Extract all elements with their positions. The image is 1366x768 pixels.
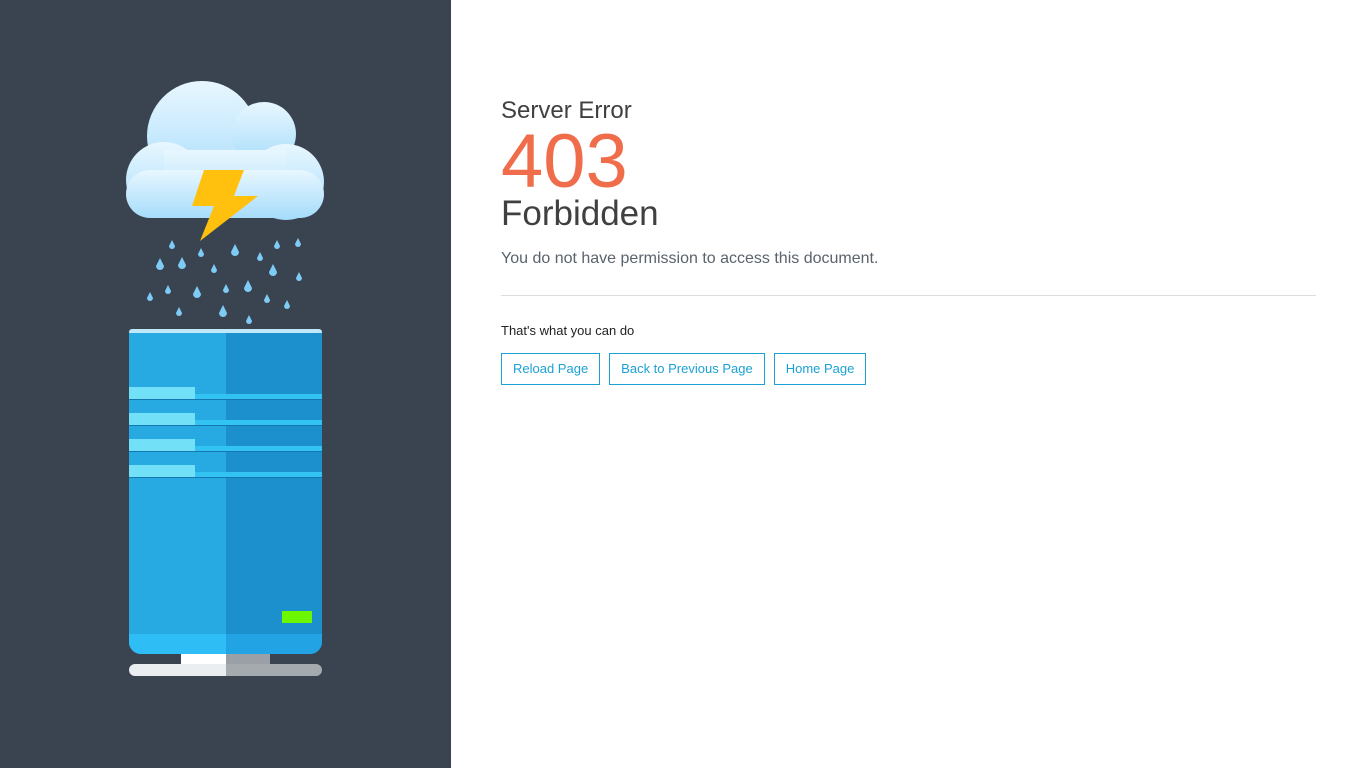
status-led-icon: [282, 611, 312, 623]
divider: [501, 295, 1316, 296]
error-content: Server Error 403 Forbidden You do not ha…: [501, 96, 1316, 385]
server-storm-illustration: [126, 81, 324, 676]
help-title: That's what you can do: [501, 323, 635, 338]
error-code: 403: [501, 119, 628, 204]
back-to-previous-page-button[interactable]: Back to Previous Page: [609, 353, 765, 385]
illustration-panel: [0, 0, 451, 768]
action-buttons: Reload Page Back to Previous Page Home P…: [501, 353, 1316, 385]
error-message: You do not have permission to access thi…: [501, 250, 879, 267]
rain-drops: [147, 238, 302, 324]
home-page-button[interactable]: Home Page: [773, 353, 867, 385]
server-icon: [129, 329, 322, 676]
content-panel: Server Error 403 Forbidden You do not ha…: [451, 0, 1366, 768]
error-status: Forbidden: [501, 194, 659, 233]
error-page: Server Error 403 Forbidden You do not ha…: [0, 0, 1366, 768]
reload-page-button[interactable]: Reload Page: [501, 353, 601, 385]
